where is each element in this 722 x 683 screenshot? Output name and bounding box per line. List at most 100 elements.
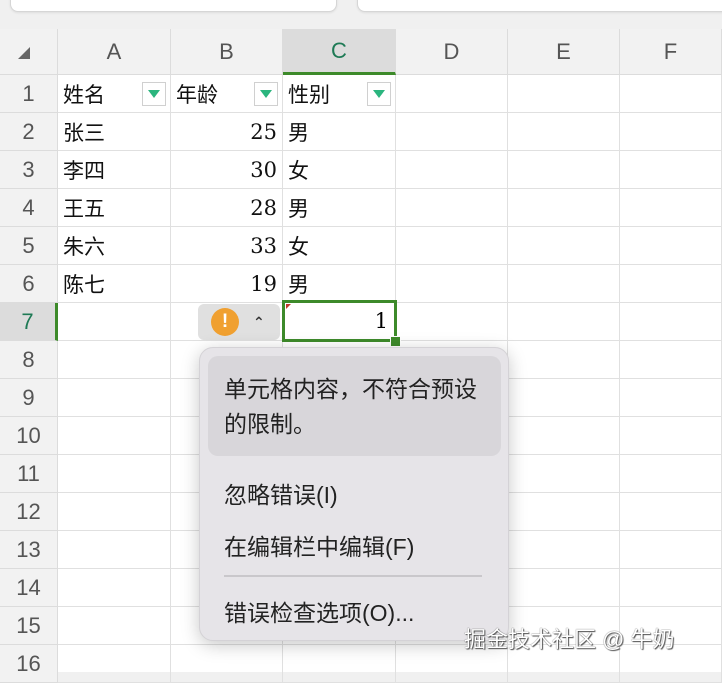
cell-e8[interactable] [508, 341, 620, 379]
cell-f9[interactable] [620, 379, 722, 417]
cell-f12[interactable] [620, 493, 722, 531]
row-header-12[interactable]: 12 [0, 493, 58, 531]
cell-a7[interactable] [58, 303, 171, 341]
cell-d6[interactable] [396, 265, 508, 303]
cell-c6[interactable]: 男 [283, 265, 396, 303]
row-header-10[interactable]: 10 [0, 417, 58, 455]
cell-a10[interactable] [58, 417, 171, 455]
cell-a11[interactable] [58, 455, 171, 493]
cell-a3[interactable]: 李四 [58, 151, 171, 189]
cell-b5[interactable]: 33 [171, 227, 283, 265]
cell-e6[interactable] [508, 265, 620, 303]
row-header-14[interactable]: 14 [0, 569, 58, 607]
row-header-9[interactable]: 9 [0, 379, 58, 417]
cell-e3[interactable] [508, 151, 620, 189]
cell-d3[interactable] [396, 151, 508, 189]
column-header-a[interactable]: A [58, 29, 171, 75]
cell-a15[interactable] [58, 607, 171, 645]
cell-e7[interactable] [508, 303, 620, 341]
row-header-16[interactable]: 16 [0, 645, 58, 683]
cell-c2[interactable]: 男 [283, 113, 396, 151]
row-header-1[interactable]: 1 [0, 75, 58, 113]
cell-d4[interactable] [396, 189, 508, 227]
name-box[interactable] [10, 0, 337, 12]
select-all-corner[interactable] [0, 29, 58, 75]
cell-f6[interactable] [620, 265, 722, 303]
column-header-b[interactable]: B [171, 29, 283, 75]
cell-f7[interactable] [620, 303, 722, 341]
formula-bar[interactable] [357, 0, 722, 12]
row-header-7[interactable]: 7 [0, 303, 58, 341]
cell-f10[interactable] [620, 417, 722, 455]
cell-c3[interactable]: 女 [283, 151, 396, 189]
cell-a14[interactable] [58, 569, 171, 607]
cell-d5[interactable] [396, 227, 508, 265]
cell-b16[interactable] [171, 645, 283, 683]
cell-f11[interactable] [620, 455, 722, 493]
row-header-15[interactable]: 15 [0, 607, 58, 645]
cell-c1[interactable]: 性别 [283, 75, 396, 113]
column-header-c[interactable]: C [283, 29, 396, 75]
cell-c16[interactable] [283, 645, 396, 683]
cell-f1[interactable] [620, 75, 722, 113]
cell-f3[interactable] [620, 151, 722, 189]
row-header-3[interactable]: 3 [0, 151, 58, 189]
menu-item-ignore-error[interactable]: 忽略错误(I) [224, 476, 338, 510]
cell-a13[interactable] [58, 531, 171, 569]
row-header-8[interactable]: 8 [0, 341, 58, 379]
row-header-4[interactable]: 4 [0, 189, 58, 227]
cell-e9[interactable] [508, 379, 620, 417]
cell-e13[interactable] [508, 531, 620, 569]
column-header-d[interactable]: D [396, 29, 508, 75]
cell-e5[interactable] [508, 227, 620, 265]
cell-e14[interactable] [508, 569, 620, 607]
cell-f14[interactable] [620, 569, 722, 607]
column-header-f[interactable]: F [620, 29, 722, 75]
row-header-5[interactable]: 5 [0, 227, 58, 265]
column-header-e[interactable]: E [508, 29, 620, 75]
row-header-2[interactable]: 2 [0, 113, 58, 151]
cell-a12[interactable] [58, 493, 171, 531]
fill-handle[interactable] [390, 336, 401, 347]
filter-dropdown-icon[interactable] [367, 82, 391, 106]
row-header-13[interactable]: 13 [0, 531, 58, 569]
cell-e11[interactable] [508, 455, 620, 493]
cell-a6[interactable]: 陈七 [58, 265, 171, 303]
error-check-button[interactable]: ! ⌃ [198, 304, 280, 340]
cell-b6[interactable]: 19 [171, 265, 283, 303]
cell-b1[interactable]: 年龄 [171, 75, 283, 113]
cell-e2[interactable] [508, 113, 620, 151]
cell-f2[interactable] [620, 113, 722, 151]
cell-b4[interactable]: 28 [171, 189, 283, 227]
selected-cell-c7[interactable]: 1 [282, 300, 397, 342]
cell-b3[interactable]: 30 [171, 151, 283, 189]
filter-dropdown-icon[interactable] [254, 82, 278, 106]
cell-f5[interactable] [620, 227, 722, 265]
cell-d2[interactable] [396, 113, 508, 151]
cell-a9[interactable] [58, 379, 171, 417]
cell-e12[interactable] [508, 493, 620, 531]
menu-item-error-check-options[interactable]: 错误检查选项(O)... [224, 594, 414, 628]
cell-text: 男 [288, 196, 309, 221]
cell-f8[interactable] [620, 341, 722, 379]
cell-d1[interactable] [396, 75, 508, 113]
cell-d7[interactable] [396, 303, 508, 341]
cell-f4[interactable] [620, 189, 722, 227]
cell-a5[interactable]: 朱六 [58, 227, 171, 265]
row-header-6[interactable]: 6 [0, 265, 58, 303]
cell-e4[interactable] [508, 189, 620, 227]
cell-e10[interactable] [508, 417, 620, 455]
filter-dropdown-icon[interactable] [142, 82, 166, 106]
cell-f13[interactable] [620, 531, 722, 569]
cell-b2[interactable]: 25 [171, 113, 283, 151]
cell-a8[interactable] [58, 341, 171, 379]
cell-a4[interactable]: 王五 [58, 189, 171, 227]
cell-c4[interactable]: 男 [283, 189, 396, 227]
row-header-11[interactable]: 11 [0, 455, 58, 493]
menu-item-edit-in-formula-bar[interactable]: 在编辑栏中编辑(F) [224, 528, 414, 562]
cell-a1[interactable]: 姓名 [58, 75, 171, 113]
cell-c5[interactable]: 女 [283, 227, 396, 265]
cell-a16[interactable] [58, 645, 171, 683]
cell-a2[interactable]: 张三 [58, 113, 171, 151]
cell-e1[interactable] [508, 75, 620, 113]
